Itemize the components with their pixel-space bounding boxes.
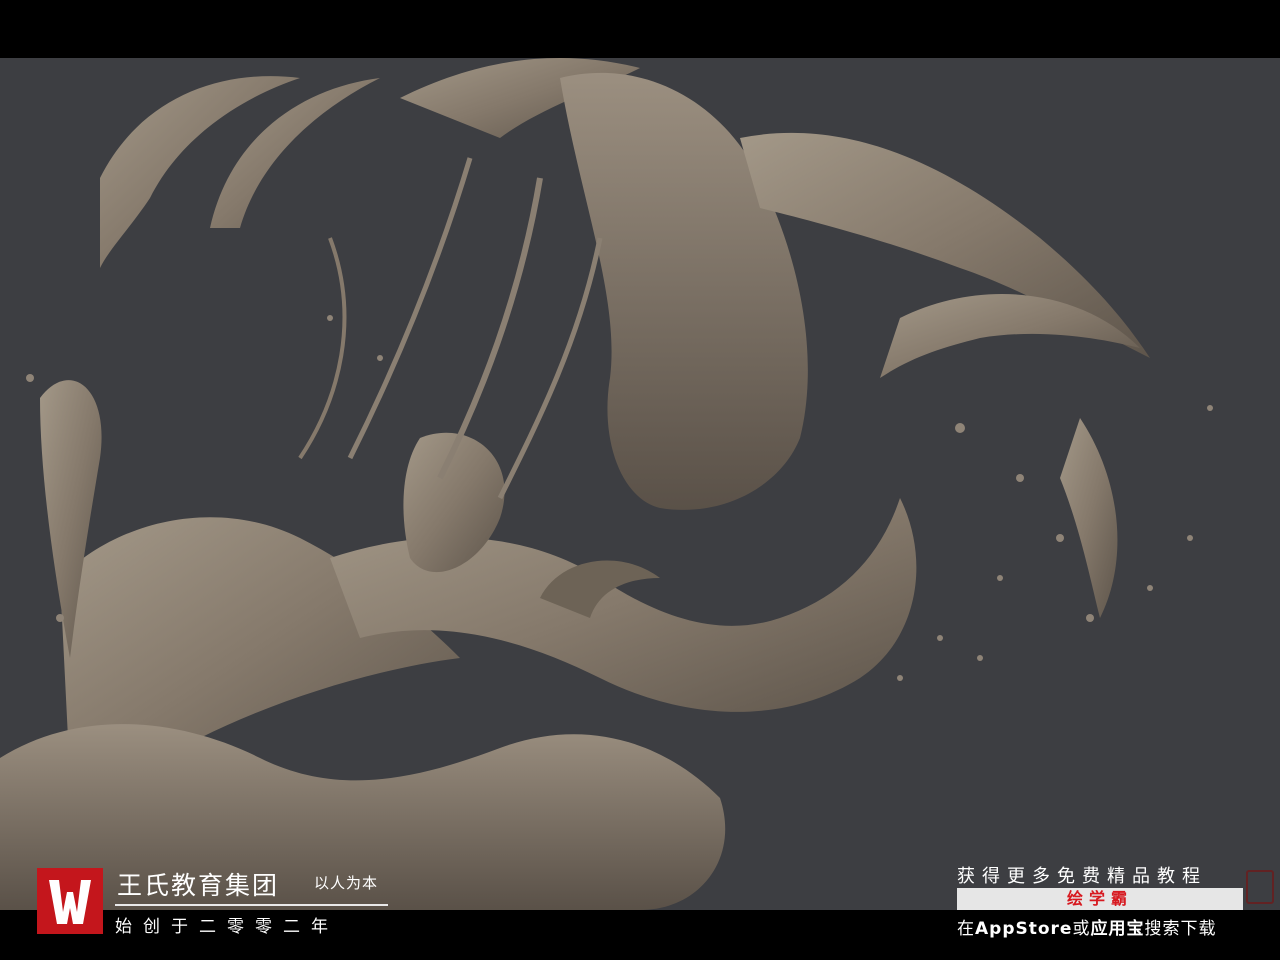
promo-download-text: 在AppStore或应用宝搜索下载 (957, 914, 1216, 939)
brand-name: 王氏教育集团 (117, 871, 280, 900)
promo-prefix: 在 (957, 919, 975, 939)
brand-founded: 始创于二零零二年 (115, 917, 339, 937)
sculpt-render (0, 58, 1280, 910)
seal-stamp (1246, 870, 1274, 904)
promo-block: 获得更多免费精品教程 绘学霸 在AppStore或应用宝搜索下载 (955, 862, 1255, 942)
brand-motto: 以人为本 (314, 874, 379, 892)
promo-app-bar: 绘学霸 (957, 888, 1243, 910)
brand-block: 王氏教育集团 以人为本 始创于二零零二年 (37, 866, 417, 937)
brand-divider (115, 904, 388, 906)
promo-store-yingyongbao: 应用宝 (1090, 919, 1145, 939)
brand-logo-mark (49, 880, 91, 924)
promo-app-name: 绘学霸 (1066, 889, 1133, 908)
promo-mid: 或 (1072, 919, 1091, 939)
brand-logo (37, 868, 103, 934)
sculpture-illustration (0, 58, 1213, 910)
promo-headline: 获得更多免费精品教程 (957, 866, 1207, 887)
promo-suffix: 搜索下载 (1144, 919, 1217, 939)
promo-store-appstore: AppStore (975, 919, 1073, 939)
screenshot-frame: 王氏教育集团 以人为本 始创于二零零二年 获得更多免费精品教程 绘学霸 在App… (0, 0, 1280, 960)
